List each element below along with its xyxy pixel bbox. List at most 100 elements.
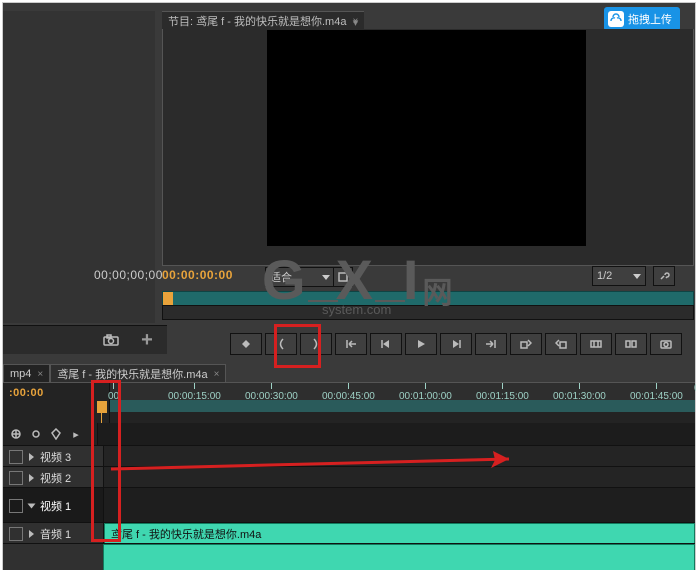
- track-header-v1[interactable]: 视频 1: [3, 488, 103, 523]
- track-v3: 视频 3: [3, 445, 695, 467]
- track-lane-v2[interactable]: [103, 467, 695, 488]
- program-timebar[interactable]: [162, 291, 694, 306]
- upload-label: 拖拽上传: [628, 11, 672, 27]
- wrench-button[interactable]: [653, 266, 675, 286]
- track-lane-v3[interactable]: [103, 446, 695, 467]
- chevron-right-icon[interactable]: ▸: [69, 427, 83, 441]
- expand-icon[interactable]: [29, 474, 34, 482]
- close-icon[interactable]: ×: [37, 369, 43, 380]
- ruler-work-area[interactable]: [110, 400, 695, 412]
- fit-label: 适合: [270, 269, 292, 285]
- mark-out-button[interactable]: [300, 333, 332, 355]
- ruler-shade: [110, 412, 695, 423]
- track-lane-v1[interactable]: [103, 488, 695, 523]
- audio-clip-lower[interactable]: [103, 544, 695, 570]
- goto-out-button[interactable]: [475, 333, 507, 355]
- track-a1: 音频 1 鸢尾 f - 我的快乐就是想你.m4a: [3, 522, 695, 544]
- link-icon[interactable]: [29, 427, 43, 441]
- step-back-icon: [381, 339, 391, 349]
- eye-icon[interactable]: [9, 471, 23, 485]
- goto-in-button[interactable]: [335, 333, 367, 355]
- timeline-panel: :00:00 00 00:00:15:00 00:00:30:00 00:00:…: [3, 382, 695, 570]
- screenshot-frame: 拖拽上传 节目: 鸢尾 f - 我的快乐就是想你.m4a × ▾ 00;00;0…: [2, 2, 696, 570]
- program-settings-button[interactable]: [333, 267, 353, 287]
- track-label: 视频 1: [40, 498, 71, 514]
- out-icon: [312, 338, 320, 350]
- bin-toolbar: +: [3, 325, 167, 354]
- snap-icon[interactable]: [9, 427, 23, 441]
- extract-button[interactable]: [545, 333, 577, 355]
- in-icon: [277, 338, 285, 350]
- goto-out-icon: [485, 339, 497, 349]
- mark-in-button[interactable]: [265, 333, 297, 355]
- play-button[interactable]: [405, 333, 437, 355]
- lift-button[interactable]: [510, 333, 542, 355]
- playhead-flag[interactable]: [97, 401, 107, 413]
- program-tab[interactable]: 节目: 鸢尾 f - 我的快乐就是想你.m4a × ▾: [162, 11, 364, 30]
- overwrite-button[interactable]: [580, 333, 612, 355]
- program-ruler[interactable]: [162, 305, 694, 320]
- track-a1-sub: [3, 543, 695, 570]
- track-label: 视频 2: [40, 470, 71, 486]
- track-v2: 视频 2: [3, 466, 695, 488]
- stage: 拖拽上传 节目: 鸢尾 f - 我的快乐就是想你.m4a × ▾ 00;00;0…: [0, 0, 696, 570]
- timeline-tab-label: 鸢尾 f - 我的快乐就是想你.m4a: [57, 366, 207, 382]
- track-label: 视频 3: [40, 449, 71, 465]
- transport-bar: [230, 333, 682, 355]
- step-fwd-icon: [451, 339, 461, 349]
- expand-icon[interactable]: [29, 453, 34, 461]
- step-back-button[interactable]: [370, 333, 402, 355]
- fit-dropdown[interactable]: 适合: [265, 267, 335, 287]
- timeline-tab-label: mp4: [10, 368, 31, 380]
- eye-icon[interactable]: [9, 499, 23, 513]
- insert-button[interactable]: [615, 333, 647, 355]
- program-preview[interactable]: [267, 30, 586, 246]
- camera-icon: [103, 334, 119, 346]
- camera-button[interactable]: [99, 328, 123, 352]
- timeline-tab-active[interactable]: 鸢尾 f - 我的快乐就是想你.m4a ×: [50, 364, 226, 383]
- chevron-down-icon: [633, 274, 641, 279]
- track-label: 音频 1: [40, 526, 71, 542]
- new-item-button[interactable]: +: [135, 328, 159, 352]
- program-timecode[interactable]: 00:00:00:00: [162, 268, 233, 282]
- track-lane-a1[interactable]: 鸢尾 f - 我的快乐就是想你.m4a: [103, 523, 695, 544]
- playback-resolution-dropdown[interactable]: 1/2: [592, 266, 646, 286]
- chevron-down-icon: [322, 275, 330, 280]
- expand-icon[interactable]: [29, 530, 34, 538]
- mute-icon[interactable]: [9, 527, 23, 541]
- lift-icon: [520, 339, 532, 349]
- timeline-tabs: mp4 × 鸢尾 f - 我的快乐就是想你.m4a ×: [3, 364, 226, 382]
- marker-list-icon[interactable]: [49, 427, 63, 441]
- audio-clip[interactable]: 鸢尾 f - 我的快乐就是想你.m4a: [104, 523, 695, 545]
- close-icon[interactable]: ×: [214, 369, 220, 380]
- collapse-icon[interactable]: [28, 503, 36, 508]
- playback-res-label: 1/2: [597, 270, 612, 282]
- track-header-a1-sub[interactable]: [3, 544, 103, 570]
- track-v1: 视频 1: [3, 487, 695, 523]
- source-timecode: 00;00;00;00: [94, 268, 163, 282]
- timeline-tab-mp4[interactable]: mp4 ×: [3, 364, 50, 383]
- program-playhead-marker[interactable]: [163, 292, 173, 305]
- overwrite-icon: [590, 339, 602, 349]
- add-marker-button[interactable]: [230, 333, 262, 355]
- eye-icon[interactable]: [9, 450, 23, 464]
- extract-icon: [555, 339, 567, 349]
- upload-button[interactable]: 拖拽上传: [604, 7, 680, 31]
- track-header-v2[interactable]: 视频 2: [3, 467, 103, 488]
- marker-icon: [241, 339, 251, 349]
- panel-menu-icon[interactable]: ▾: [353, 16, 359, 29]
- track-header-a1[interactable]: 音频 1: [3, 523, 103, 544]
- export-frame-button[interactable]: [650, 333, 682, 355]
- goto-in-icon: [345, 339, 357, 349]
- timeline-ruler[interactable]: 00 00:00:15:00 00:00:30:00 00:00:45:00 0…: [109, 383, 695, 423]
- step-fwd-button[interactable]: [440, 333, 472, 355]
- export-icon: [660, 339, 672, 349]
- upload-icon: [608, 11, 624, 27]
- track-header-v3[interactable]: 视频 3: [3, 446, 103, 467]
- insert-icon: [625, 339, 637, 349]
- wrench-icon: [658, 270, 670, 282]
- timeline-gap: [97, 423, 695, 445]
- timeline-tool-row: ▸: [3, 423, 103, 445]
- timeline-timecode[interactable]: :00:00: [3, 383, 109, 423]
- clip-label: 鸢尾 f - 我的快乐就是想你.m4a: [111, 526, 261, 542]
